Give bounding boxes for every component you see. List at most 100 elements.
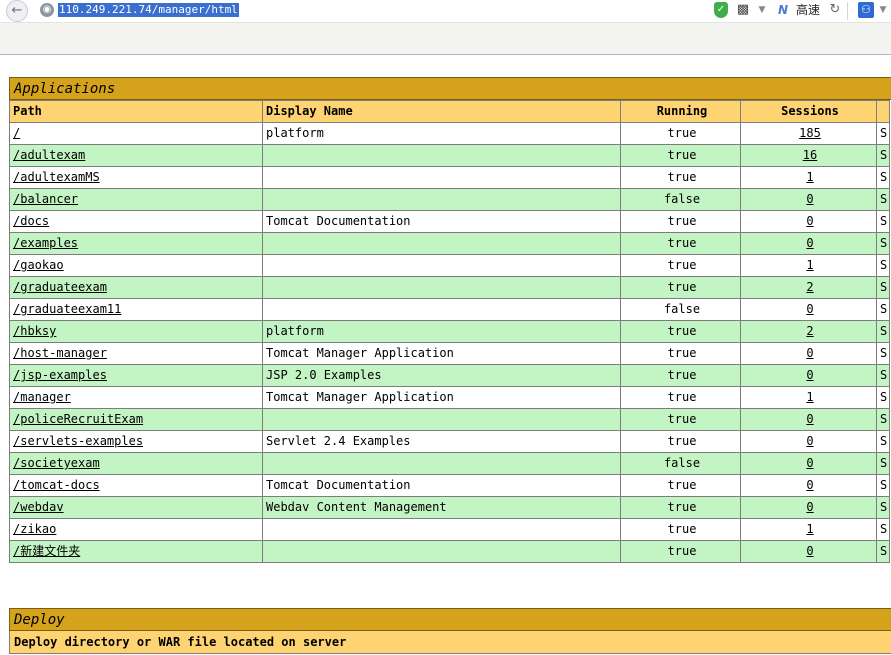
applications-title: Applications: [9, 77, 891, 100]
speed-mode-label[interactable]: 高速: [796, 2, 820, 18]
reload-icon[interactable]: ↻: [828, 2, 842, 18]
commands-cell[interactable]: S: [876, 254, 890, 277]
path-link[interactable]: /graduateexam: [13, 280, 107, 294]
path-link[interactable]: /adultexam: [13, 148, 85, 162]
sessions-link[interactable]: 0: [806, 544, 813, 558]
path-link[interactable]: /policeRecruitExam: [13, 412, 143, 426]
path-link[interactable]: /adultexamMS: [13, 170, 100, 184]
display-name-cell: Webdav Content Management: [262, 496, 621, 519]
path-link[interactable]: /新建文件夹: [13, 544, 80, 558]
display-name-cell: Servlet 2.4 Examples: [262, 430, 621, 453]
commands-cell[interactable]: S: [876, 144, 890, 167]
header-display-name: Display Name: [262, 100, 621, 123]
commands-cell[interactable]: S: [876, 232, 890, 255]
sessions-link[interactable]: 0: [806, 478, 813, 492]
path-cell: /: [9, 122, 263, 145]
applications-section: Applications Path Display Name Running S…: [9, 77, 891, 563]
sessions-link[interactable]: 2: [806, 280, 813, 294]
table-row: /adultexam true 16 S: [9, 144, 890, 167]
address-bar[interactable]: 110.249.221.74/manager/html: [58, 3, 239, 17]
header-extra: [876, 100, 890, 123]
table-row: /tomcat-docs Tomcat Documentation true 0 S: [9, 474, 890, 497]
path-link[interactable]: /jsp-examples: [13, 368, 107, 382]
sessions-cell: 0: [740, 188, 877, 211]
sessions-link[interactable]: 1: [806, 522, 813, 536]
path-link[interactable]: /hbksy: [13, 324, 56, 338]
path-cell: /hbksy: [9, 320, 263, 343]
commands-cell[interactable]: S: [876, 386, 890, 409]
sessions-link[interactable]: 1: [806, 170, 813, 184]
table-row: /societyexam false 0 S: [9, 452, 890, 475]
chevron-down-icon[interactable]: ▼: [878, 2, 888, 18]
commands-cell[interactable]: S: [876, 540, 890, 563]
display-name-cell: [262, 518, 621, 541]
sessions-cell: 2: [740, 276, 877, 299]
commands-cell[interactable]: S: [876, 496, 890, 519]
path-link[interactable]: /gaokao: [13, 258, 64, 272]
sessions-link[interactable]: 0: [806, 192, 813, 206]
path-link[interactable]: /docs: [13, 214, 49, 228]
path-cell: /graduateexam11: [9, 298, 263, 321]
sessions-link[interactable]: 1: [806, 390, 813, 404]
sessions-link[interactable]: 0: [806, 236, 813, 250]
sessions-link[interactable]: 16: [803, 148, 817, 162]
sessions-link[interactable]: 0: [806, 214, 813, 228]
sessions-link[interactable]: 0: [806, 456, 813, 470]
path-link[interactable]: /: [13, 126, 20, 140]
display-name-cell: [262, 408, 621, 431]
commands-cell[interactable]: S: [876, 188, 890, 211]
back-arrow-icon[interactable]: ←: [6, 0, 28, 22]
path-link[interactable]: /webdav: [13, 500, 64, 514]
sessions-link[interactable]: 0: [806, 368, 813, 382]
sessions-link[interactable]: 0: [806, 412, 813, 426]
commands-cell[interactable]: S: [876, 518, 890, 541]
display-name-cell: platform: [262, 122, 621, 145]
paw-icon[interactable]: ⚇: [858, 2, 874, 18]
path-link[interactable]: /examples: [13, 236, 78, 250]
commands-cell[interactable]: S: [876, 166, 890, 189]
sessions-link[interactable]: 0: [806, 434, 813, 448]
shield-icon[interactable]: ✓: [714, 2, 728, 18]
path-link[interactable]: /tomcat-docs: [13, 478, 100, 492]
path-link[interactable]: /host-manager: [13, 346, 107, 360]
commands-cell[interactable]: S: [876, 430, 890, 453]
path-link[interactable]: /societyexam: [13, 456, 100, 470]
running-cell: true: [620, 540, 741, 563]
sessions-link[interactable]: 0: [806, 302, 813, 316]
sessions-link[interactable]: 185: [799, 126, 821, 140]
commands-cell[interactable]: S: [876, 122, 890, 145]
commands-cell[interactable]: S: [876, 364, 890, 387]
toolbar-divider: [847, 2, 848, 20]
table-row: / platform true 185 S: [9, 122, 890, 145]
header-sessions: Sessions: [740, 100, 877, 123]
running-cell: true: [620, 364, 741, 387]
sessions-link[interactable]: 0: [806, 500, 813, 514]
qr-code-icon[interactable]: ▩: [736, 2, 750, 18]
commands-cell[interactable]: S: [876, 320, 890, 343]
display-name-cell: [262, 144, 621, 167]
sessions-cell: 0: [740, 298, 877, 321]
sessions-link[interactable]: 1: [806, 258, 813, 272]
path-link[interactable]: /zikao: [13, 522, 56, 536]
display-name-cell: [262, 254, 621, 277]
path-link[interactable]: /balancer: [13, 192, 78, 206]
sessions-link[interactable]: 0: [806, 346, 813, 360]
path-cell: /新建文件夹: [9, 540, 263, 563]
path-cell: /jsp-examples: [9, 364, 263, 387]
path-link[interactable]: /servlets-examples: [13, 434, 143, 448]
chevron-down-icon[interactable]: ▼: [757, 2, 767, 18]
commands-cell[interactable]: S: [876, 276, 890, 299]
display-name-cell: [262, 276, 621, 299]
sessions-cell: 1: [740, 254, 877, 277]
path-link[interactable]: /graduateexam11: [13, 302, 121, 316]
commands-cell[interactable]: S: [876, 342, 890, 365]
commands-cell[interactable]: S: [876, 408, 890, 431]
path-link[interactable]: /manager: [13, 390, 71, 404]
commands-cell[interactable]: S: [876, 474, 890, 497]
commands-cell[interactable]: S: [876, 452, 890, 475]
commands-cell[interactable]: S: [876, 298, 890, 321]
header-path: Path: [9, 100, 263, 123]
speed-mode-icon[interactable]: N: [775, 2, 791, 18]
commands-cell[interactable]: S: [876, 210, 890, 233]
sessions-link[interactable]: 2: [806, 324, 813, 338]
